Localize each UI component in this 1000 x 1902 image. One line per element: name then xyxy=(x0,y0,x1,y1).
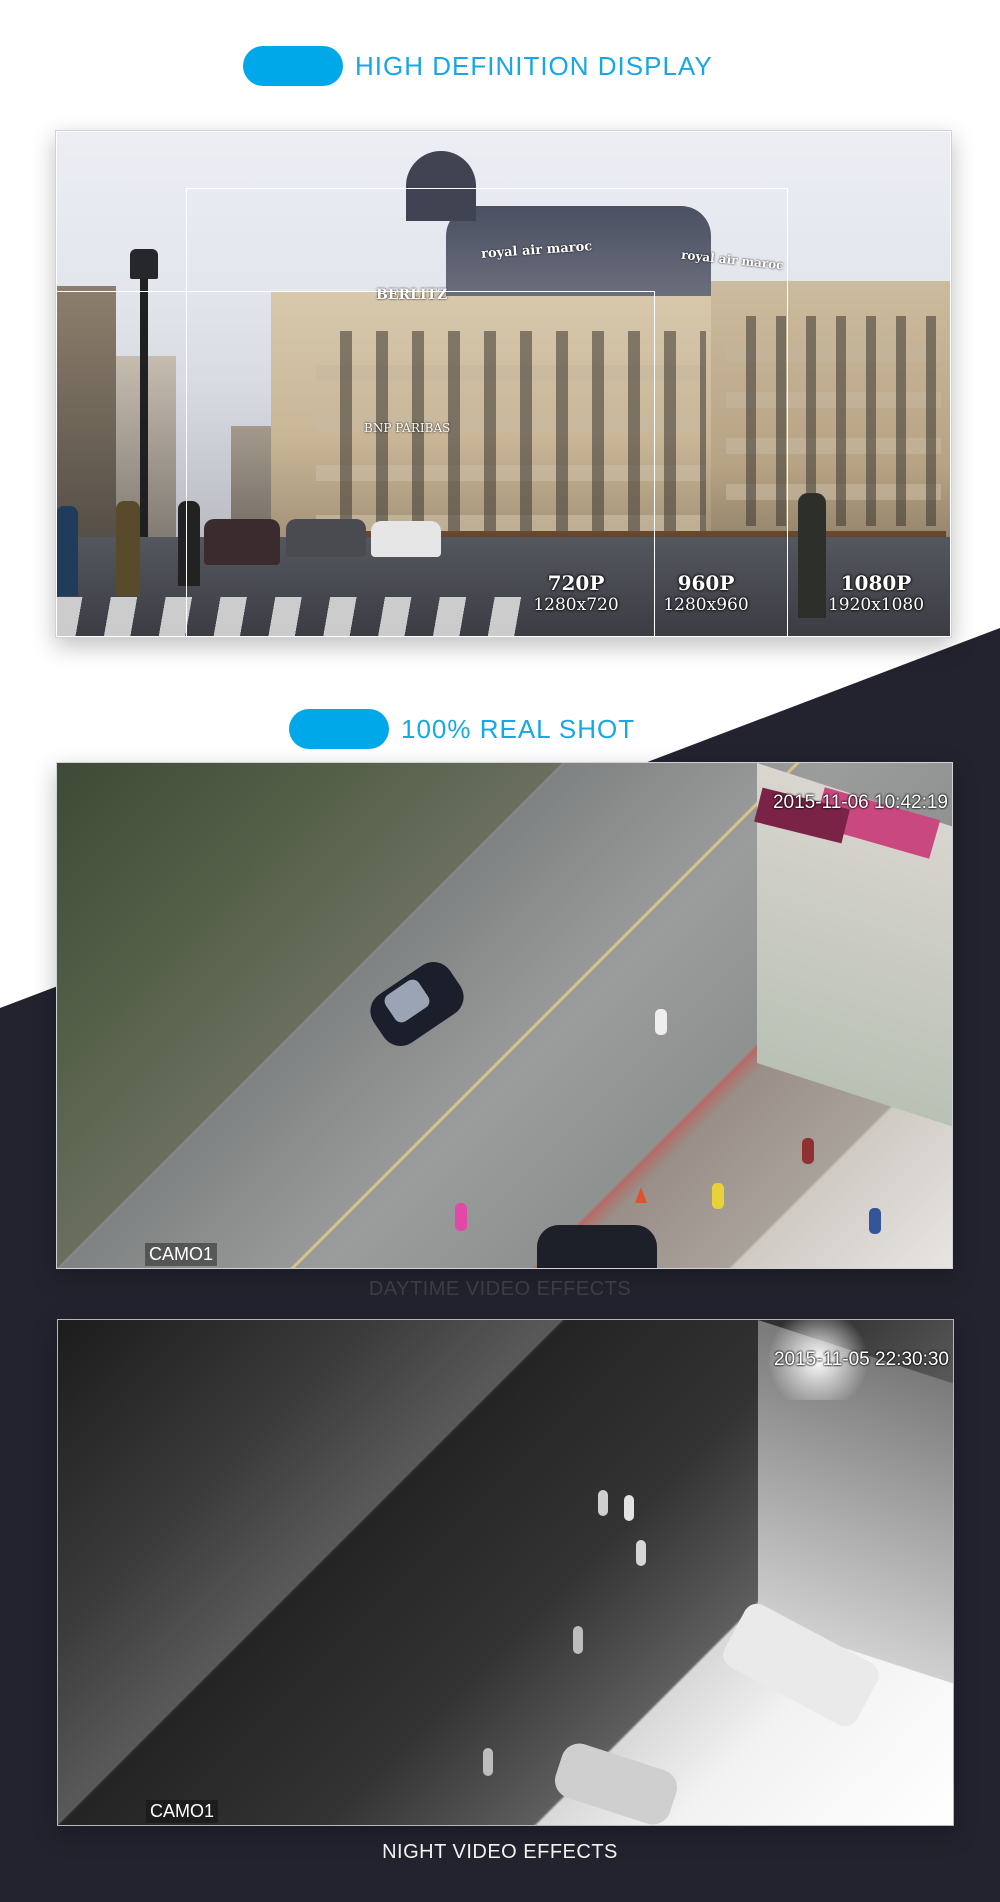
resolution-name: 1080P xyxy=(840,571,912,595)
night-caption: NIGHT VIDEO EFFECTS xyxy=(382,1841,618,1863)
pedestrian xyxy=(712,1183,724,1209)
pedestrian xyxy=(624,1495,634,1521)
real-shot-heading: 100% REAL SHOT xyxy=(289,709,635,749)
daytime-cctv-image: 2015-11-06 10:42:19 CAMO1 xyxy=(56,762,953,1269)
label-960p: 960P 1280x960 xyxy=(656,571,756,615)
night-cctv-image: 2015-11-05 22:30:30 CAMO1 xyxy=(57,1319,954,1826)
resolution-dims: 1920x1080 xyxy=(827,595,925,615)
pedestrian xyxy=(869,1208,881,1234)
hd-heading: HIGH DEFINITION DISPLAY xyxy=(243,46,713,86)
black-car-bottom xyxy=(537,1225,657,1268)
label-1080p: 1080P 1920x1080 xyxy=(821,571,931,615)
resolution-name: 960P xyxy=(677,571,735,595)
pedestrian xyxy=(573,1626,583,1654)
resolution-dims: 1280x960 xyxy=(663,595,749,615)
heading-pill-decoration xyxy=(289,709,389,749)
real-shot-heading-text: 100% REAL SHOT xyxy=(401,713,636,744)
pedestrian xyxy=(455,1203,467,1231)
daytime-caption: DAYTIME VIDEO EFFECTS xyxy=(368,1278,632,1296)
hd-heading-text: HIGH DEFINITION DISPLAY xyxy=(355,50,713,81)
pedestrian xyxy=(483,1748,493,1776)
pedestrian xyxy=(636,1540,646,1566)
traffic-cone xyxy=(635,1187,647,1203)
resolution-name: 720P xyxy=(547,571,605,595)
pedestrian xyxy=(655,1009,667,1035)
camera-label: CAMO1 xyxy=(145,1243,218,1266)
resolution-dims: 1280x720 xyxy=(533,595,619,615)
timestamp: 2015-11-06 10:42:19 xyxy=(772,792,948,813)
label-720p: 720P 1280x720 xyxy=(526,571,626,615)
pedestrian xyxy=(598,1490,608,1516)
heading-pill-decoration xyxy=(243,46,343,86)
hd-comparison-image: BERLITZ BNP PARIBAS royal air maroc roya… xyxy=(55,130,952,638)
pedestrian xyxy=(802,1138,814,1164)
timestamp: 2015-11-05 22:30:30 xyxy=(773,1349,949,1370)
camera-label: CAMO1 xyxy=(146,1800,219,1823)
